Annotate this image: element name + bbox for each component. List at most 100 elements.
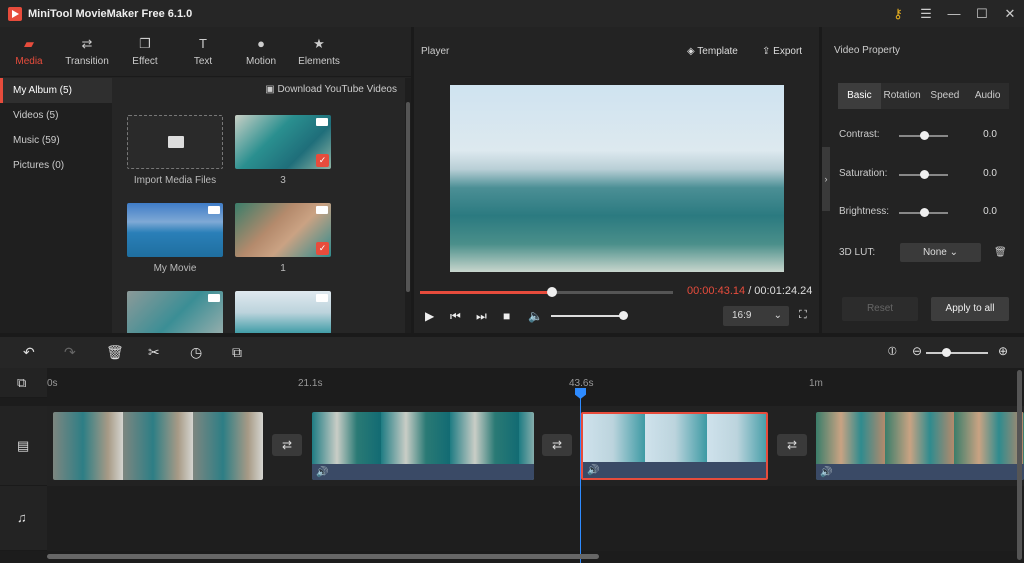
tab-audio[interactable]: Audio: [966, 83, 1009, 109]
time-display: 00:00:43.14 / 00:01:24.24: [687, 285, 812, 297]
slider-knob[interactable]: [920, 170, 929, 179]
speaker-icon: 🔊: [587, 465, 600, 476]
redo-icon[interactable]: ↷: [64, 344, 76, 361]
tab-transition[interactable]: ⇄ Transition: [58, 27, 116, 76]
volume-slider[interactable]: [551, 311, 628, 320]
media-item[interactable]: [235, 291, 331, 333]
stop-icon[interactable]: ■: [503, 309, 510, 323]
video-camera-icon: [208, 206, 220, 214]
video-preview: [450, 85, 784, 272]
player-title: Player: [421, 45, 450, 57]
tab-media[interactable]: ▰ Media: [0, 27, 58, 76]
add-track-icon[interactable]: ⧉: [17, 375, 26, 391]
trash-icon[interactable]: 🗑: [994, 247, 1007, 258]
transition-icon[interactable]: ⇄: [777, 434, 807, 456]
volume-knob[interactable]: [619, 311, 628, 320]
tab-text[interactable]: T Text: [174, 27, 232, 76]
media-item[interactable]: ✓ 1: [235, 203, 331, 274]
contrast-slider[interactable]: [899, 131, 948, 140]
selected-timeline-clip[interactable]: 🔊: [581, 412, 768, 480]
brightness-slider[interactable]: [899, 208, 948, 217]
timeline-horizontal-scrollbar[interactable]: [47, 554, 599, 559]
sidebar-item-my-album[interactable]: My Album (5): [0, 78, 112, 103]
menu-icon[interactable]: ☰: [912, 6, 940, 22]
media-thumbnail[interactable]: [235, 291, 331, 333]
tab-rotation[interactable]: Rotation: [881, 83, 924, 109]
template-button[interactable]: ◈ Template: [687, 46, 738, 57]
slider-knob[interactable]: [920, 208, 929, 217]
transition-icon[interactable]: ⇄: [542, 434, 572, 456]
download-youtube-button[interactable]: ▣ Download YouTube Videos: [265, 84, 397, 95]
tab-basic[interactable]: Basic: [838, 83, 881, 109]
scroll-thumb[interactable]: [406, 102, 410, 292]
fit-timeline-icon[interactable]: ⦶: [888, 344, 897, 359]
check-icon: ✓: [316, 242, 329, 255]
volume-icon[interactable]: 🔈: [528, 309, 543, 323]
speed-icon[interactable]: ◷: [190, 344, 202, 361]
collapse-panel-button[interactable]: ›: [822, 147, 830, 211]
import-media-button[interactable]: [127, 115, 223, 169]
apply-to-all-button[interactable]: Apply to all: [931, 297, 1009, 321]
delete-icon[interactable]: 🗑: [106, 344, 124, 361]
thumb-caption: 1: [280, 263, 286, 274]
timeline-clip[interactable]: 🔊: [816, 412, 1024, 480]
film-icon: ▤: [17, 438, 30, 453]
transition-icon: ⇄: [81, 36, 93, 51]
close-icon[interactable]: ✕: [996, 6, 1024, 22]
tab-effect[interactable]: ❐ Effect: [116, 27, 174, 76]
transition-icon[interactable]: ⇄: [272, 434, 302, 456]
media-thumbnail[interactable]: [127, 291, 223, 333]
progress-fill: [420, 291, 552, 294]
zoom-knob[interactable]: [942, 348, 951, 357]
lut-select[interactable]: None ⌄: [900, 243, 981, 262]
media-item[interactable]: ✓ 3: [235, 115, 331, 186]
current-time: 00:00:43.14: [687, 285, 746, 297]
timeline-clip[interactable]: [53, 412, 263, 480]
zoom-out-icon[interactable]: ⊖: [912, 344, 922, 358]
fullscreen-icon[interactable]: ⛶: [799, 309, 807, 322]
import-media-cell[interactable]: Import Media Files: [127, 115, 223, 186]
layers-icon: ◈: [687, 45, 698, 57]
split-icon[interactable]: ✂: [148, 344, 160, 361]
timeline-clip[interactable]: 🔊: [312, 412, 534, 480]
media-thumbnail[interactable]: [127, 203, 223, 257]
media-thumbnail[interactable]: ✓: [235, 115, 331, 169]
key-icon[interactable]: ⚷: [884, 6, 912, 22]
folder-icon: ▰: [24, 36, 34, 51]
ruler-label: 21.1s: [298, 378, 323, 389]
slider-knob[interactable]: [920, 131, 929, 140]
progress-knob[interactable]: [546, 287, 557, 297]
minimize-icon[interactable]: —: [940, 6, 968, 21]
undo-icon[interactable]: ↶: [23, 344, 35, 361]
play-icon[interactable]: ▶: [425, 309, 434, 323]
media-item[interactable]: My Movie: [127, 203, 223, 274]
reset-button[interactable]: Reset: [842, 297, 918, 321]
video-camera-icon: [316, 206, 328, 214]
next-frame-icon[interactable]: ⏭: [476, 309, 487, 324]
saturation-slider[interactable]: [899, 170, 948, 179]
playhead[interactable]: [580, 390, 581, 563]
player-header: Player ◈ Template ⇪ Export: [414, 27, 819, 75]
playback-progress[interactable]: [420, 287, 673, 297]
video-camera-icon: [316, 294, 328, 302]
tab-elements[interactable]: ★ Elements: [290, 27, 348, 76]
export-button[interactable]: ⇪ Export: [762, 46, 802, 57]
crop-icon[interactable]: ⧉: [232, 344, 242, 361]
aspect-ratio-select[interactable]: 16:9 ⌄: [723, 306, 789, 326]
sidebar-item-music[interactable]: Music (59): [0, 128, 112, 153]
tab-motion[interactable]: ● Motion: [232, 27, 290, 76]
tab-speed[interactable]: Speed: [924, 83, 967, 109]
media-item[interactable]: [127, 291, 223, 333]
sidebar-item-videos[interactable]: Videos (5): [0, 103, 112, 128]
app-logo-icon: [8, 6, 22, 21]
media-thumbnail[interactable]: ✓: [235, 203, 331, 257]
media-scrollbar[interactable]: [405, 78, 411, 333]
zoom-slider[interactable]: [926, 348, 988, 357]
zoom-in-icon[interactable]: ⊕: [998, 344, 1008, 358]
time-ruler[interactable]: 0s 21.1s 43.6s 1m: [47, 368, 1024, 398]
sidebar-item-pictures[interactable]: Pictures (0): [0, 153, 112, 178]
timeline-vertical-scrollbar[interactable]: [1017, 370, 1022, 560]
maximize-icon[interactable]: ☐: [968, 6, 996, 22]
chevron-down-icon: ⌄: [773, 310, 782, 321]
previous-frame-icon[interactable]: ⏮: [450, 309, 461, 324]
